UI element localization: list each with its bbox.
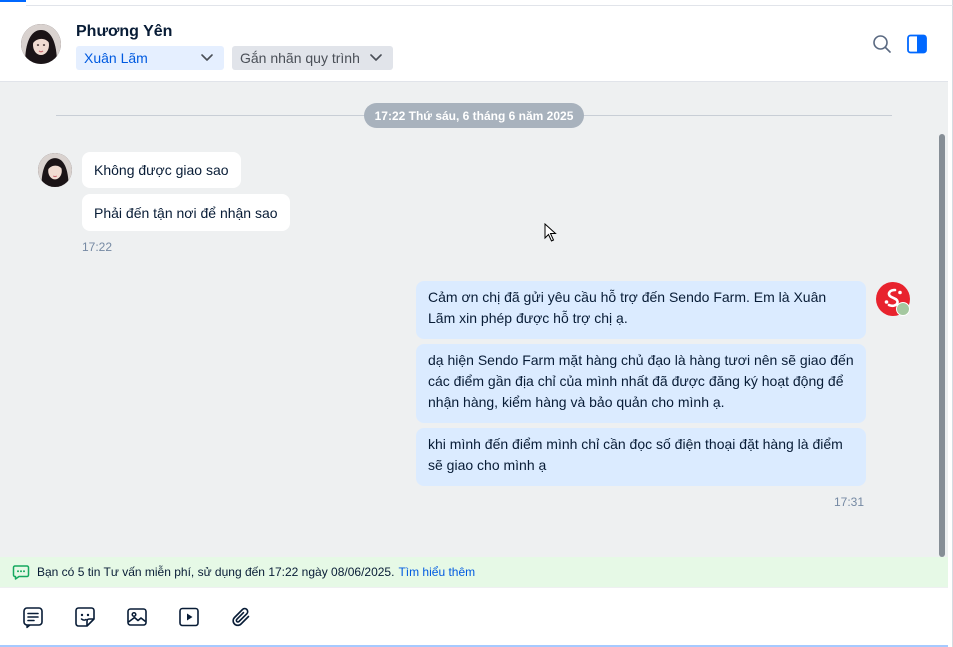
- message-time: 17:31: [834, 495, 865, 509]
- incoming-message[interactable]: Phải đến tận nơi để nhận sao: [82, 194, 290, 231]
- sender-avatar[interactable]: [38, 153, 72, 187]
- sticker-icon[interactable]: [73, 605, 97, 629]
- conversation-header: Phương Yên Xuân Lãm Gắn nhãn quy trình: [0, 6, 948, 82]
- process-label-text: Gắn nhãn quy trình: [240, 50, 360, 66]
- incoming-message[interactable]: Không được giao sao: [82, 152, 241, 188]
- contact-name: Phương Yên: [76, 23, 173, 40]
- process-label-dropdown[interactable]: Gắn nhãn quy trình: [232, 46, 393, 70]
- outgoing-message[interactable]: dạ hiện Sendo Farm mặt hàng chủ đạo là h…: [416, 344, 866, 423]
- agent-status-badge: [896, 302, 910, 316]
- learn-more-link[interactable]: Tìm hiểu thêm: [398, 565, 475, 579]
- side-panel-toggle-icon[interactable]: [906, 33, 928, 55]
- assignee-dropdown[interactable]: Xuân Lãm: [76, 46, 224, 70]
- chevron-down-icon: [370, 54, 382, 61]
- chat-window: Phương Yên Xuân Lãm Gắn nhãn quy trình 1…: [0, 0, 953, 647]
- chevron-down-icon: [201, 54, 213, 61]
- attachment-icon[interactable]: [229, 605, 253, 629]
- free-consult-notice: Bạn có 5 tin Tư vấn miễn phí, sử dụng đế…: [0, 557, 948, 587]
- mouse-cursor-icon: [544, 223, 557, 242]
- search-icon[interactable]: [871, 33, 893, 55]
- outgoing-message[interactable]: Cảm ơn chị đã gửi yêu cầu hỗ trợ đến Sen…: [416, 281, 866, 339]
- outgoing-message[interactable]: khi mình đến điểm mình chỉ cần đọc số đi…: [416, 428, 866, 486]
- scrollbar-thumb[interactable]: [939, 134, 945, 557]
- active-tab-indicator: [0, 0, 26, 2]
- contact-avatar[interactable]: [21, 24, 61, 64]
- chat-bubble-icon: [12, 565, 30, 580]
- video-icon[interactable]: [177, 605, 201, 629]
- assignee-value: Xuân Lãm: [84, 50, 148, 66]
- image-icon[interactable]: [125, 605, 149, 629]
- date-separator: 17:22 Thứ sáu, 6 tháng 6 năm 2025: [364, 103, 584, 128]
- notice-text: Bạn có 5 tin Tư vấn miễn phí, sử dụng đế…: [37, 565, 395, 579]
- quick-message-icon[interactable]: [21, 605, 45, 629]
- message-time: 17:22: [82, 240, 113, 254]
- composer-toolbar: [0, 587, 948, 645]
- avatar-image: [38, 153, 72, 187]
- avatar-image: [21, 24, 61, 64]
- message-list[interactable]: 17:22 Thứ sáu, 6 tháng 6 năm 2025 Không …: [0, 82, 948, 557]
